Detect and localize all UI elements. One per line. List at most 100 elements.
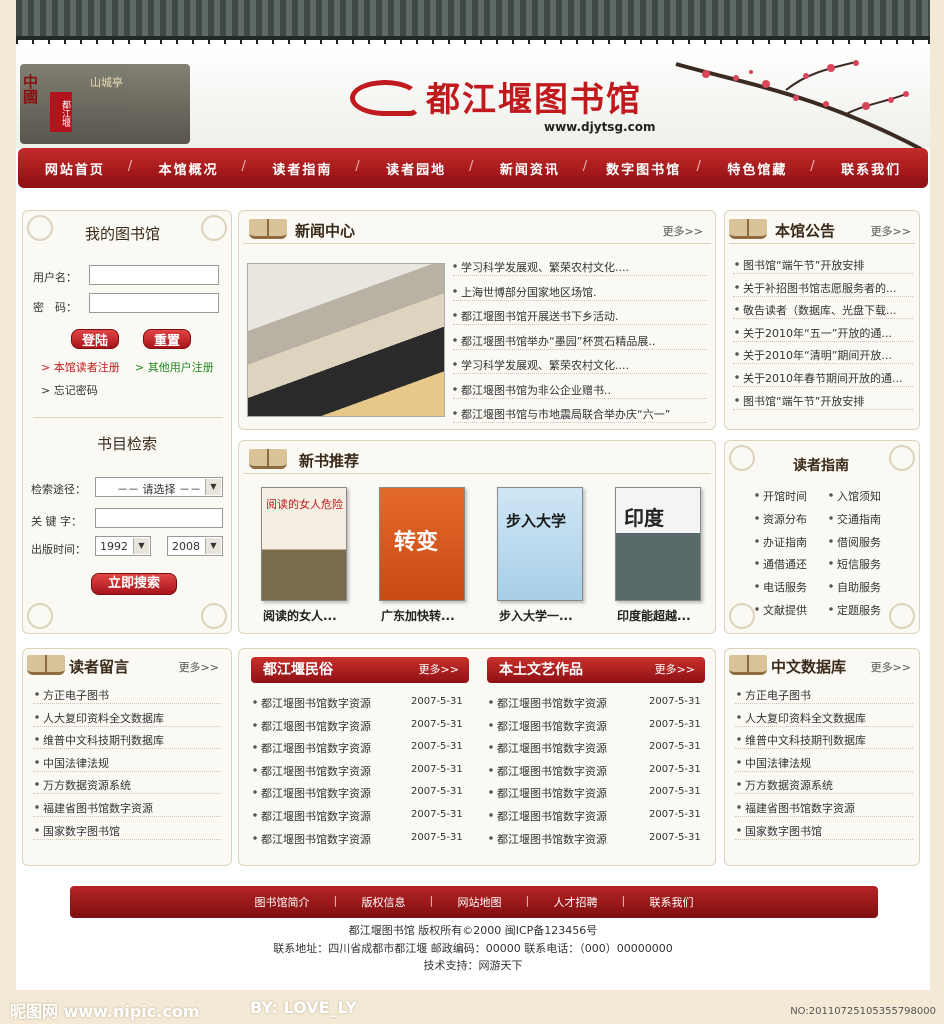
other-register-link[interactable]: > 其他用户注册 [135, 359, 214, 375]
literature-item[interactable]: 都江堰图书馆数字资源 [489, 695, 639, 711]
guide-item[interactable]: 自助服务 [829, 579, 899, 596]
literature-item[interactable]: 都江堰图书馆数字资源 [489, 717, 639, 734]
guide-item[interactable]: 资源分布 [755, 510, 825, 527]
notice-item[interactable]: 图书馆“端午节”开放安排 [735, 257, 911, 273]
reset-button[interactable]: 重置 [143, 329, 191, 349]
username-input[interactable] [89, 265, 219, 285]
forgot-password-link[interactable]: > 忘记密码 [41, 382, 98, 398]
nav-special-collection[interactable]: 特色馆藏 [697, 159, 815, 178]
divider [33, 770, 221, 772]
search-button[interactable]: 立即搜索 [91, 573, 177, 595]
literature-item[interactable]: 都江堰图书馆数字资源 [489, 830, 639, 847]
folk-date: 2007-5-31 [411, 786, 463, 798]
footer-link-intro[interactable]: 图书馆简介 [229, 894, 336, 910]
database-item[interactable]: 中国法律法规 [737, 754, 913, 771]
password-input[interactable] [89, 293, 219, 313]
message-item[interactable]: 维普中文科技期刊数据库 [35, 732, 221, 749]
notice-more-link[interactable]: 更多>> [871, 223, 911, 239]
folk-item[interactable]: 都江堰图书馆数字资源 [253, 740, 403, 757]
book-title-3[interactable]: 步入大学一... [499, 607, 573, 624]
message-item[interactable]: 人大复印资料全文数据库 [35, 709, 221, 726]
database-item[interactable]: 福建省图书馆数字资源 [737, 800, 913, 816]
database-item[interactable]: 方正电子图书 [737, 687, 913, 703]
notice-item[interactable]: 关于2010年“五一”开放的通... [735, 324, 911, 341]
literature-more-link[interactable]: 更多>> [655, 657, 695, 683]
literature-item[interactable]: 都江堰图书馆数字资源 [489, 762, 639, 779]
reader-register-link[interactable]: > 本馆读者注册 [41, 359, 120, 375]
folk-item[interactable]: 都江堰图书馆数字资源 [253, 830, 403, 847]
china-text: 中國 [21, 74, 39, 104]
news-item[interactable]: 都江堰图书馆举办“墨园”杯赏石精品展.. [453, 332, 703, 349]
folk-more-link[interactable]: 更多>> [419, 657, 459, 683]
guide-item[interactable]: 文献提供 [755, 602, 825, 618]
book-title-4[interactable]: 印度能超越... [617, 607, 691, 624]
notice-item[interactable]: 敬告读者（数据库、光盘下载... [735, 302, 911, 319]
footer-link-contact[interactable]: 联系我们 [622, 894, 720, 910]
folk-item[interactable]: 都江堰图书馆数字资源 [253, 785, 403, 802]
literature-item[interactable]: 都江堰图书馆数字资源 [489, 740, 639, 757]
search-path-select[interactable]: －－ 请选择 －－ ▼ [95, 477, 223, 497]
footer-link-copyright[interactable]: 版权信息 [334, 894, 432, 910]
folk-item[interactable]: 都江堰图书馆数字资源 [253, 762, 403, 779]
nav-home[interactable]: 网站首页 [18, 159, 132, 178]
guide-item[interactable]: 开馆时间 [755, 488, 825, 504]
nav-reader-garden[interactable]: 读者园地 [355, 159, 473, 178]
guide-item[interactable]: 入馆须知 [829, 488, 899, 504]
guide-item[interactable]: 借阅服务 [829, 533, 899, 550]
footer-link-sitemap[interactable]: 网站地图 [430, 894, 528, 910]
footer-link-jobs[interactable]: 人才招聘 [526, 894, 624, 910]
message-item[interactable]: 方正电子图书 [35, 687, 221, 703]
year-from-select[interactable]: 1992 ▼ [95, 536, 151, 556]
news-item[interactable]: 学习科学发展观、繁荣农村文化.... [453, 259, 703, 275]
book-title-2[interactable]: 广东加快转... [381, 607, 455, 624]
literature-item[interactable]: 都江堰图书馆数字资源 [489, 808, 639, 824]
database-item[interactable]: 维普中文科技期刊数据库 [737, 732, 913, 749]
database-item[interactable]: 国家数字图书馆 [737, 822, 913, 839]
folk-item[interactable]: 都江堰图书馆数字资源 [253, 695, 403, 711]
guide-item[interactable]: 通借通还 [755, 556, 825, 573]
nav-contact[interactable]: 联系我们 [810, 159, 928, 178]
message-item[interactable]: 福建省图书馆数字资源 [35, 800, 221, 816]
folk-item[interactable]: 都江堰图书馆数字资源 [253, 717, 403, 734]
year-to-select[interactable]: 2008 ▼ [167, 536, 223, 556]
message-item[interactable]: 国家数字图书馆 [35, 822, 221, 839]
nav-digital-library[interactable]: 数字图书馆 [583, 159, 701, 178]
news-item[interactable]: 都江堰图书馆与市地震局联合举办庆“六一” [453, 406, 703, 422]
folk-item[interactable]: 都江堰图书馆数字资源 [253, 808, 403, 824]
site-logo[interactable]: 都江堰图书馆 [426, 72, 642, 121]
book-title-1[interactable]: 阅读的女人... [263, 607, 337, 624]
news-item[interactable]: 学习科学发展观、繁荣农村文化.... [453, 357, 703, 373]
news-more-link[interactable]: 更多>> [663, 223, 703, 239]
notice-item[interactable]: 关于补招图书馆志愿服务者的... [735, 279, 911, 296]
message-item[interactable]: 中国法律法规 [35, 754, 221, 771]
guide-item[interactable]: 电话服务 [755, 579, 825, 596]
book-cover-1[interactable]: 阅读的女人危险 [261, 487, 347, 601]
database-item[interactable]: 人大复印资料全文数据库 [737, 709, 913, 726]
literature-item[interactable]: 都江堰图书馆数字资源 [489, 785, 639, 802]
keyword-input[interactable] [95, 508, 223, 528]
book-cover-4[interactable]: 印度 [615, 487, 701, 601]
message-item[interactable]: 万方数据资源系统 [35, 777, 221, 794]
news-photo[interactable] [247, 263, 445, 417]
divider [735, 793, 913, 795]
guide-item[interactable]: 定题服务 [829, 602, 899, 618]
notice-item[interactable]: 关于2010年春节期间开放的通... [735, 370, 911, 386]
watermark-id: NO:20110725105355798000 [790, 1006, 936, 1017]
database-item[interactable]: 万方数据资源系统 [737, 777, 913, 794]
database-more-link[interactable]: 更多>> [871, 659, 911, 675]
news-item[interactable]: 都江堰图书馆开展送书下乡活动. [453, 308, 703, 324]
notice-item[interactable]: 图书馆“端午节”开放安排 [735, 392, 911, 409]
guide-item[interactable]: 办证指南 [755, 533, 825, 550]
guide-item[interactable]: 交通指南 [829, 510, 899, 527]
nav-reader-guide[interactable]: 读者指南 [242, 159, 360, 178]
book-cover-2[interactable]: 转变 [379, 487, 465, 601]
guide-item[interactable]: 短信服务 [829, 556, 899, 573]
book-cover-3[interactable]: 步入大学 [497, 487, 583, 601]
messages-more-link[interactable]: 更多>> [179, 659, 219, 675]
news-item[interactable]: 都江堰图书馆为非公企业赠书.. [453, 381, 703, 398]
nav-news[interactable]: 新闻资讯 [469, 159, 587, 178]
news-item[interactable]: 上海世博部分国家地区场馆. [453, 283, 703, 300]
nav-about[interactable]: 本馆概况 [128, 159, 246, 178]
notice-item[interactable]: 关于2010年“清明”期间开放... [735, 347, 911, 364]
login-button[interactable]: 登陆 [71, 329, 119, 349]
